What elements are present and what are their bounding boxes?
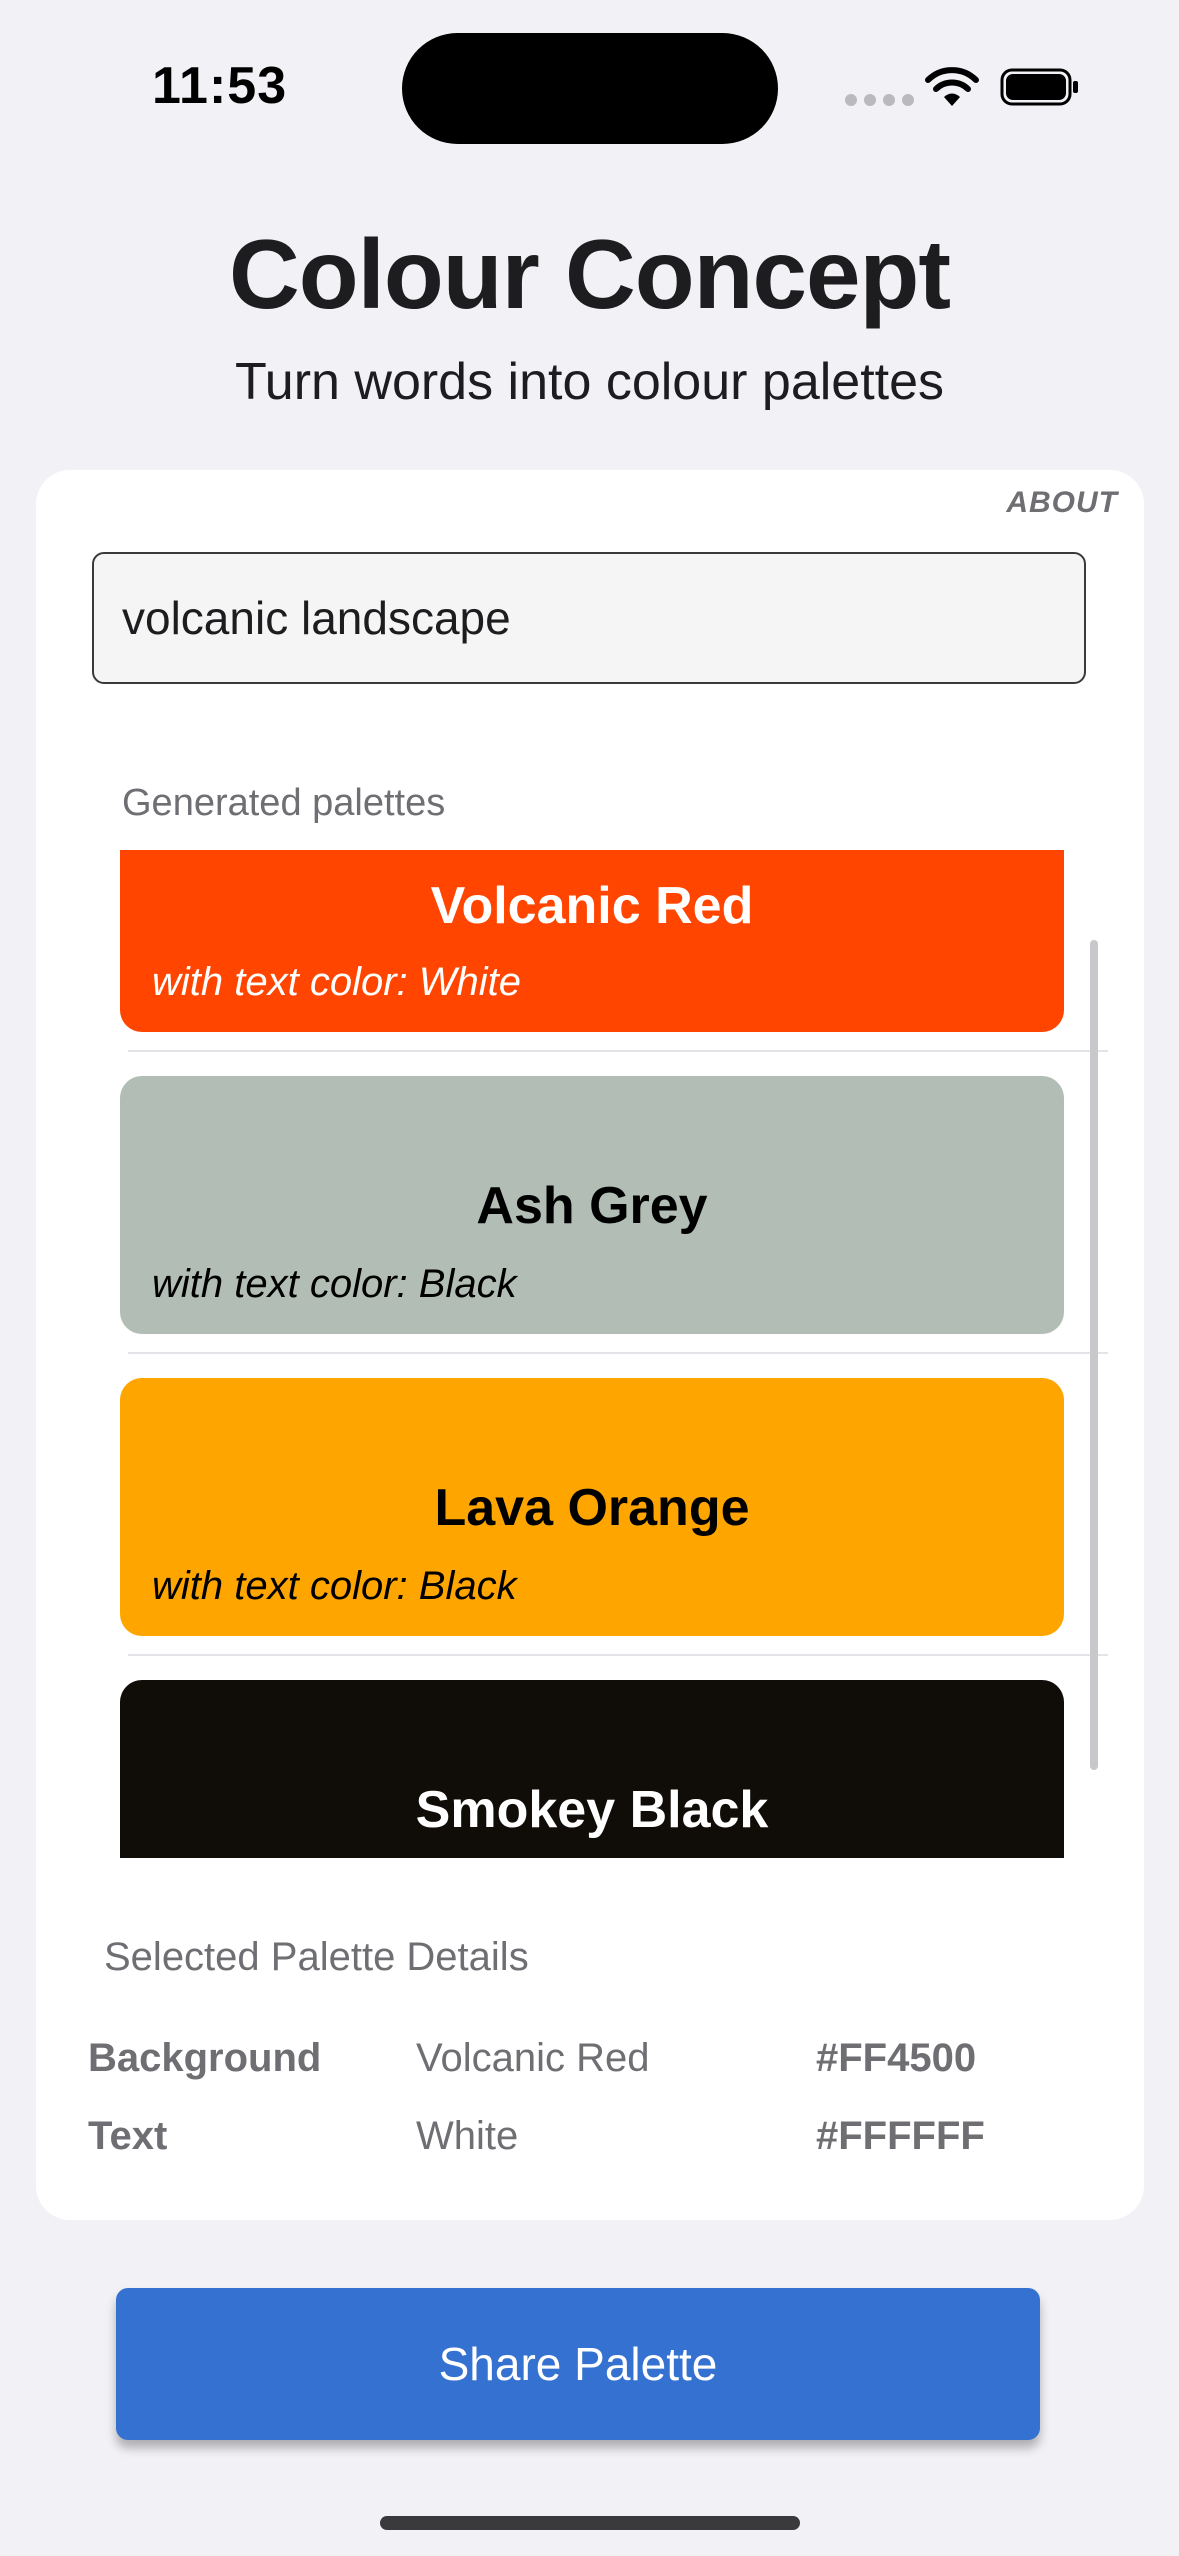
generated-palettes-label: Generated palettes [122,782,446,824]
details-title: Selected Palette Details [104,1935,529,1979]
app-subtitle: Turn words into colour palettes [234,353,945,411]
palette-text-color-label: with text color: Black [152,1262,517,1306]
details-key: Text [88,2114,168,2158]
palette-card-smokey-black[interactable]: Smokey Black [120,1680,1064,1858]
details-row-text: Text White #FFFFFF [88,2114,1088,2170]
palette-card-lava-orange[interactable]: Lava Orange with text color: Black [120,1378,1064,1636]
palette-list-scrollbar[interactable] [1090,940,1098,1770]
details-hex: #FF4500 [816,2036,977,2080]
palette-card-ash-grey[interactable]: Ash Grey with text color: Black [120,1076,1064,1334]
dynamic-island [402,33,778,144]
about-link[interactable]: ABOUT [1006,486,1118,520]
palette-name: Volcanic Red [430,877,754,935]
details-key: Background [88,2036,322,2080]
divider [128,1654,1108,1656]
palette-card-volcanic-red[interactable]: Volcanic Red with text color: White [120,850,1064,1032]
details-hex: #FFFFFF [816,2114,985,2158]
divider [128,1050,1108,1052]
wifi-icon [925,67,979,106]
palette-name: Ash Grey [476,1177,708,1235]
divider [128,1352,1108,1354]
home-indicator[interactable] [380,2516,800,2530]
signal-icon [845,94,914,106]
app-title: Colour Concept [229,219,951,329]
palette-name: Smokey Black [415,1781,769,1839]
share-palette-button[interactable]: Share Palette [116,2288,1040,2440]
battery-icon [1000,68,1078,106]
details-color-name: White [416,2114,519,2158]
palette-list[interactable]: Volcanic Red with text color: White Ash … [120,850,1148,1858]
palette-text-color-label: with text color: Black [152,1564,517,1608]
main-card: ABOUT Generated palettes Volcanic Red wi… [36,470,1144,2220]
palette-text-color-label: with text color: White [152,960,522,1004]
details-row-background: Background Volcanic Red #FF4500 [88,2036,1088,2092]
details-color-name: Volcanic Red [416,2036,650,2080]
status-time: 11:53 [152,57,288,115]
search-input[interactable] [92,552,1086,684]
palette-name: Lava Orange [434,1479,750,1537]
